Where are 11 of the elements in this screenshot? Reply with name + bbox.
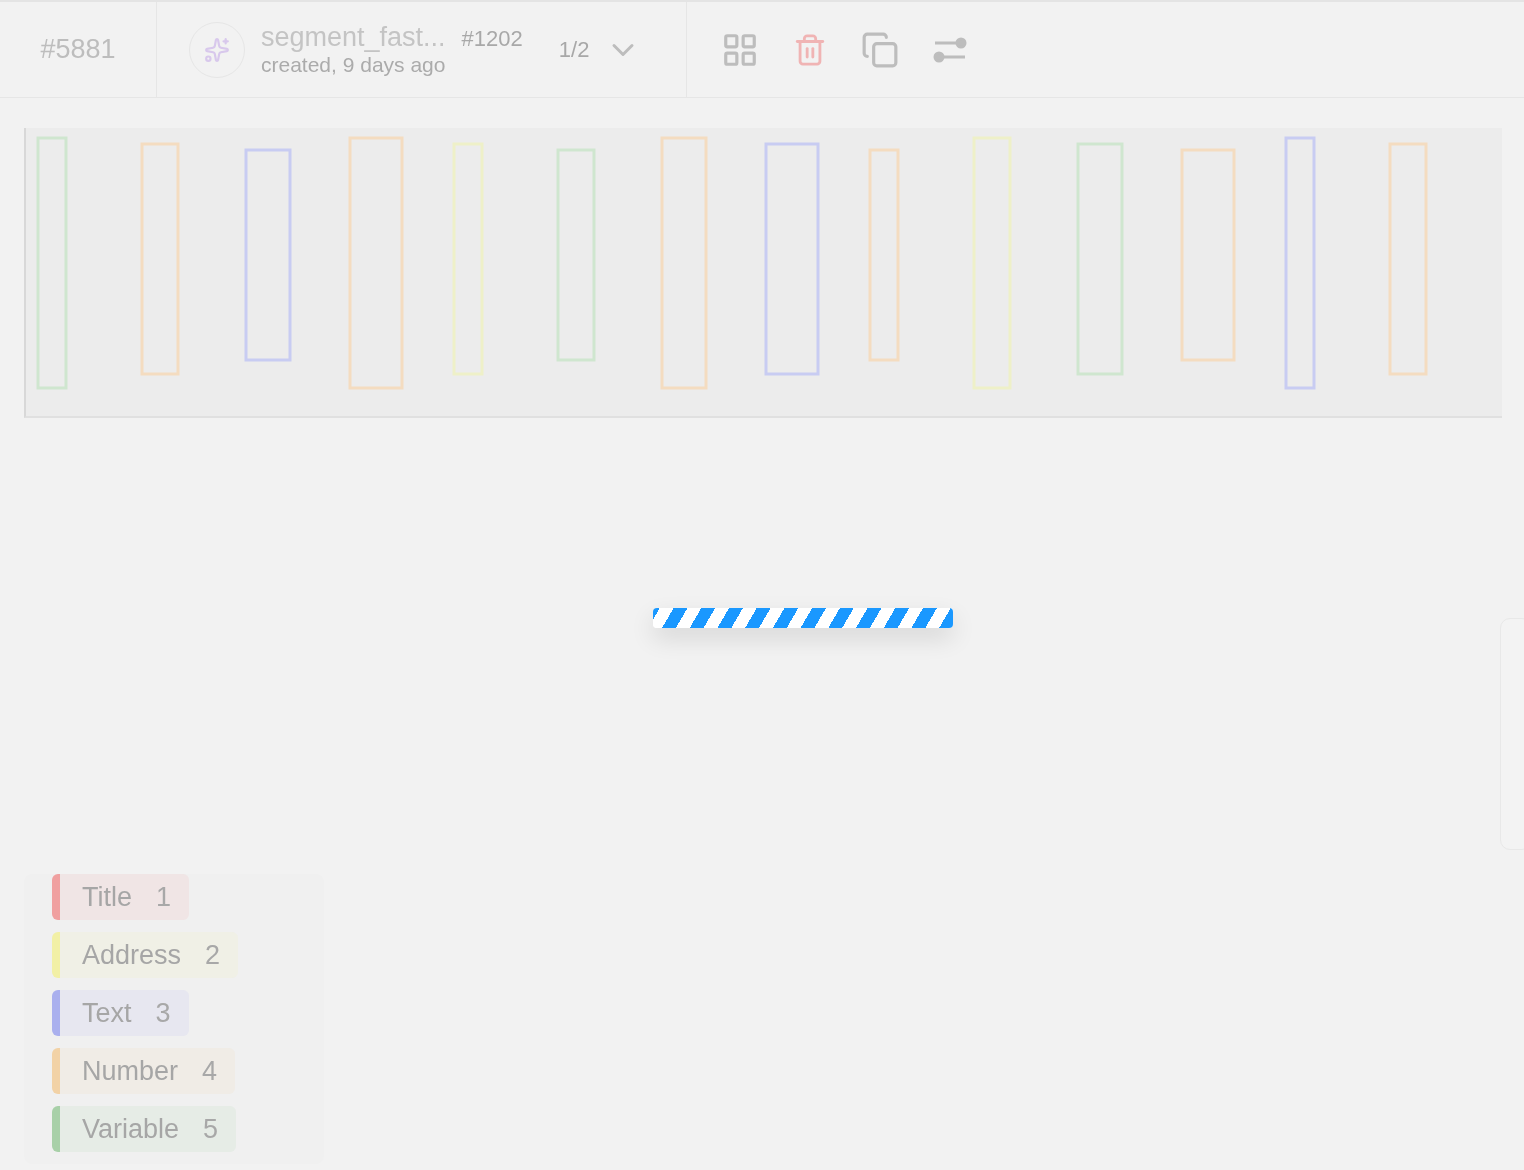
- annotation-meta: created, 9 days ago: [261, 53, 447, 77]
- label-chip[interactable]: Text 3: [52, 990, 189, 1036]
- copy-icon[interactable]: [861, 30, 899, 69]
- label-chip[interactable]: Variable 5: [52, 1106, 237, 1152]
- label-chip[interactable]: Title 1: [52, 874, 190, 920]
- label-chip[interactable]: Number 4: [52, 1048, 236, 1094]
- sliders-icon[interactable]: [933, 36, 967, 63]
- trash-icon[interactable]: [793, 32, 827, 67]
- label-chip[interactable]: Address 2: [52, 932, 239, 978]
- annotation-number: #1202: [461, 26, 523, 52]
- pager-count: 1/2: [558, 36, 590, 63]
